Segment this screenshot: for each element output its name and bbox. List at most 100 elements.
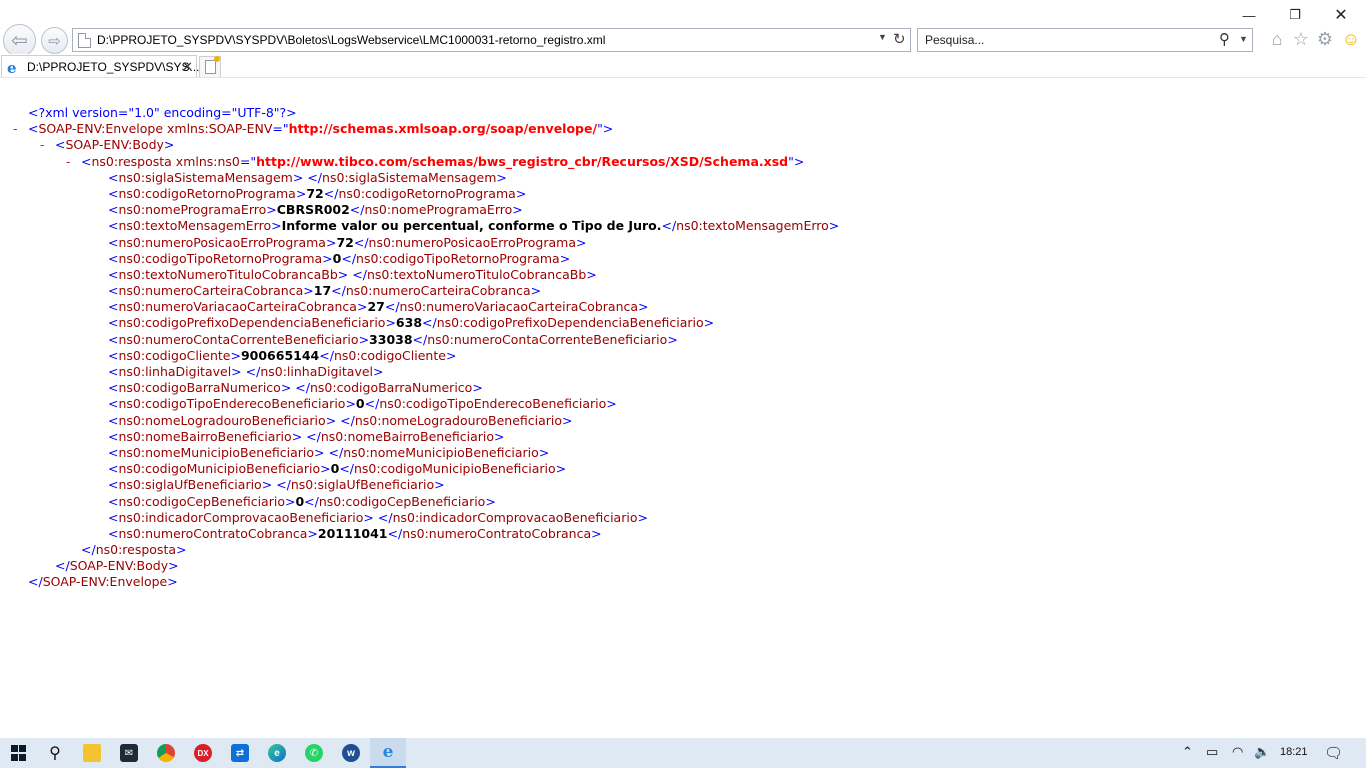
folder-icon [83,744,101,762]
tag-name: ns0:codigoRetornoPrograma [118,185,296,201]
taskbar-app-ie[interactable]: e [370,738,406,768]
taskbar-app-teamviewer[interactable]: ⇄ [222,738,258,768]
home-icon[interactable]: ⌂ [1266,28,1288,50]
xml-tree: <?xml version="1.0" encoding="UTF-8"?> -… [12,105,839,591]
taskbar-app-whatsapp[interactable]: ✆ [296,738,332,768]
tab-active[interactable]: e D:\PPROJETO_SYSPDV\SYS... ✕ [1,55,200,78]
taskbar-app-explorer[interactable] [74,738,110,768]
taskbar-app-chrome[interactable] [148,738,184,768]
tag-name: ns0:codigoTipoEnderecoBeneficiario [118,396,346,412]
taskbar-search-button[interactable]: ⚲ [37,738,73,768]
forward-button[interactable]: ⇨ [41,27,68,54]
close-button[interactable]: ✕ [1318,4,1364,26]
start-button[interactable] [0,738,36,768]
attr-value: http://schemas.xmlsoap.org/soap/envelope… [288,121,598,137]
tag-name: SOAP-ENV:Body [65,137,164,153]
search-icon: ⚲ [49,745,61,762]
envelope-close-line: </SOAP-ENV:Envelope> [28,574,178,590]
field-value: 0 [355,396,365,412]
maximize-button[interactable]: ❐ [1272,4,1318,26]
field-value: 72 [306,185,324,201]
refresh-icon[interactable]: ↻ [893,30,906,48]
field-value: 0 [330,461,340,477]
tag-name: ns0:codigoTipoEnderecoBeneficiario [379,396,607,412]
forward-arrow-icon: ⇨ [48,32,61,50]
xml-field-line: <ns0:nomeMunicipioBeneficiario> </ns0:no… [108,444,550,460]
tag-name: ns0:indicadorComprovacaoBeneficiario [118,509,364,525]
search-icon[interactable]: ⚲ [1219,30,1230,48]
notifications-icon[interactable]: 🗨 [1324,744,1343,762]
tag-name: ns0:indicadorComprovacaoBeneficiario [392,509,638,525]
address-url[interactable]: D:\PPROJETO_SYSPDV\SYSPDV\Boletos\LogsWe… [97,33,605,47]
tag-name: SOAP-ENV:Envelope [42,574,168,590]
volume-icon[interactable]: 🔈 [1254,744,1270,760]
xml-field-line: <ns0:numeroVariacaoCarteiraCobranca>27</… [108,299,649,315]
tag-name: ns0:codigoCliente [118,347,231,363]
xml-field-line: <ns0:nomeProgramaErro>CBRSR002</ns0:nome… [108,202,523,218]
taskbar-app-w[interactable]: w [333,738,369,768]
tag-name: ns0:codigoBarraNumerico [118,380,281,396]
attr-name: xmlns:SOAP-ENV [167,121,273,137]
taskbar-app-mail[interactable]: ✉ [111,738,147,768]
tray-overflow-icon[interactable]: ⌃ [1182,744,1193,760]
tag-name: ns0:siglaSistemaMensagem [118,169,293,185]
browser-chrome: — ❐ ✕ ⇦ ⇨ D:\PPROJETO_SYSPDV\SYSPDV\Bole… [0,0,1366,78]
tag-name: ns0:textoNumeroTituloCobrancaBb [118,266,338,282]
xml-field-line: <ns0:codigoTipoRetornoPrograma>0</ns0:co… [108,250,571,266]
taskbar-app-dx[interactable]: DX [185,738,221,768]
search-box[interactable]: Pesquisa... ⚲ ▼ [917,28,1253,52]
tag-name: SOAP-ENV:Envelope [38,121,164,137]
field-value: 900665144 [240,347,320,363]
gear-icon[interactable]: ⚙ [1314,28,1336,50]
address-bar[interactable]: D:\PPROJETO_SYSPDV\SYSPDV\Boletos\LogsWe… [72,28,911,52]
wifi-icon[interactable]: ◠ [1232,744,1243,760]
body-close-line: </SOAP-ENV:Body> [55,558,179,574]
attr-value: http://www.tibco.com/schemas/bws_registr… [256,153,789,169]
collapse-toggle[interactable]: - [40,137,45,153]
tag-name: ns0:numeroCarteiraCobranca [345,283,531,299]
tag-name: ns0:numeroContratoCobranca [118,525,308,541]
collapse-toggle[interactable]: - [66,154,71,170]
tag-name: ns0:codigoMunicipioBeneficiario [118,461,321,477]
tag-name: ns0:codigoPrefixoDependenciaBeneficiario [436,315,704,331]
xml-declaration: <?xml version="1.0" encoding="UTF-8"?> [28,105,297,120]
tag-name: ns0:nomeBairroBeneficiario [320,428,495,444]
tag-name: ns0:numeroPosicaoErroPrograma [368,234,576,250]
tag-name: SOAP-ENV:Body [69,558,169,574]
star-icon[interactable]: ☆ [1290,28,1312,50]
collapse-toggle[interactable]: - [13,121,18,137]
tab-close-icon[interactable]: ✕ [182,59,193,75]
tab-strip: e D:\PPROJETO_SYSPDV\SYS... ✕ [0,54,1366,78]
smiley-icon[interactable]: ☺ [1340,28,1362,50]
xml-field-line: <ns0:numeroCarteiraCobranca>17</ns0:nume… [108,283,542,299]
taskbar-app-edge[interactable]: e [259,738,295,768]
field-value: Informe valor ou percentual, conforme o … [281,218,662,234]
tag-name: ns0:codigoTipoRetornoPrograma [356,250,560,266]
field-value: 72 [336,234,354,250]
tag-name: ns0:nomeLogradouroBeneficiario [118,412,326,428]
xml-field-line: <ns0:codigoCliente>900665144</ns0:codigo… [108,347,457,363]
search-input[interactable]: Pesquisa... [925,33,984,47]
address-dropdown-icon[interactable]: ▼ [878,32,887,42]
xml-field-line: <ns0:linhaDigitavel> </ns0:linhaDigitave… [108,364,384,379]
back-button[interactable]: ⇦ [3,24,36,57]
clock[interactable]: 18:21 [1280,746,1308,758]
body-open-line: - <SOAP-ENV:Body> [40,137,175,153]
tag-name: ns0:siglaSistemaMensagem [322,169,497,185]
minimize-button[interactable]: — [1226,4,1272,26]
tag-name: ns0:textoNumeroTituloCobrancaBb [366,266,587,282]
resposta-close-line: </ns0:resposta> [81,542,187,558]
whatsapp-icon: ✆ [305,744,323,762]
xml-field-line: <ns0:numeroContaCorrenteBeneficiario>330… [108,331,678,347]
dx-icon: DX [194,744,212,762]
tag-name: ns0:textoMensagemErro [118,218,272,234]
tag-name: ns0:nomeMunicipioBeneficiario [343,444,539,460]
search-dropdown-icon[interactable]: ▼ [1239,34,1248,44]
new-tab-button[interactable] [199,56,221,78]
tag-name: ns0:linhaDigitavel [260,364,374,379]
field-value: 27 [367,299,385,315]
tag-name: ns0:codigoTipoRetornoPrograma [118,250,323,266]
xml-viewer: <?xml version="1.0" encoding="UTF-8"?> -… [0,78,1366,738]
tag-name: ns0:resposta [95,542,177,558]
battery-icon[interactable]: ▭ [1206,744,1218,760]
